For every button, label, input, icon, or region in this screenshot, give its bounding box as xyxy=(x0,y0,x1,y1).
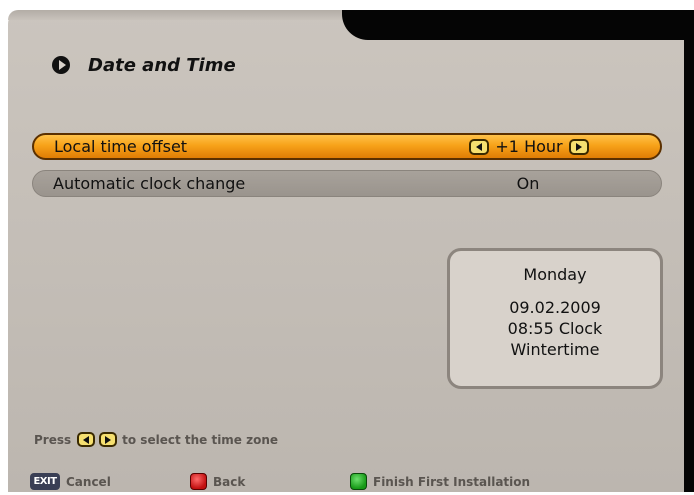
hint-right-arrow-icon xyxy=(99,432,118,447)
local-time-offset-value: +1 Hour xyxy=(495,137,563,156)
automatic-clock-change-label: Automatic clock change xyxy=(53,174,246,193)
info-lines: 09.02.2009 08:55 Clock Wintertime xyxy=(450,297,660,360)
help-hint: Press to select the time zone xyxy=(34,432,278,447)
back-label: Back xyxy=(213,474,246,489)
panel-top-edge xyxy=(8,10,346,20)
page-header: Date and Time xyxy=(52,54,236,76)
cancel-button[interactable]: EXIT Cancel xyxy=(30,473,111,490)
footer-bar: EXIT Cancel Back Finish First Installati… xyxy=(0,470,694,492)
info-date: 09.02.2009 xyxy=(509,298,601,317)
local-time-offset-selector[interactable]: +1 Hour xyxy=(449,137,609,156)
exit-key-icon: EXIT xyxy=(30,473,60,490)
local-time-offset-row[interactable]: Local time offset +1 Hour xyxy=(32,133,662,160)
finish-label: Finish First Installation xyxy=(373,474,531,489)
top-right-tab xyxy=(342,10,694,40)
hint-left-arrow-icon xyxy=(77,432,96,447)
local-time-offset-label: Local time offset xyxy=(54,137,188,156)
arrow-right-icon[interactable] xyxy=(568,138,589,155)
back-button[interactable]: Back xyxy=(190,473,245,490)
cancel-label: Cancel xyxy=(66,474,111,489)
page-title: Date and Time xyxy=(88,54,236,76)
red-button-icon xyxy=(190,473,207,490)
info-time: 08:55 Clock xyxy=(507,319,603,338)
hint-prefix: Press xyxy=(34,432,72,447)
date-time-info-box: Monday 09.02.2009 08:55 Clock Wintertime xyxy=(447,248,663,389)
hint-suffix: to select the time zone xyxy=(122,432,279,447)
green-button-icon xyxy=(350,473,367,490)
arrow-left-icon[interactable] xyxy=(469,138,490,155)
automatic-clock-change-value-wrap: On xyxy=(448,174,608,193)
menu-arrow-icon xyxy=(52,56,70,74)
automatic-clock-change-row[interactable]: Automatic clock change On xyxy=(32,170,662,197)
info-season: Wintertime xyxy=(510,340,600,359)
automatic-clock-change-value: On xyxy=(516,174,540,193)
finish-installation-button[interactable]: Finish First Installation xyxy=(350,473,530,490)
info-day: Monday xyxy=(523,265,587,284)
right-edge xyxy=(684,10,694,492)
